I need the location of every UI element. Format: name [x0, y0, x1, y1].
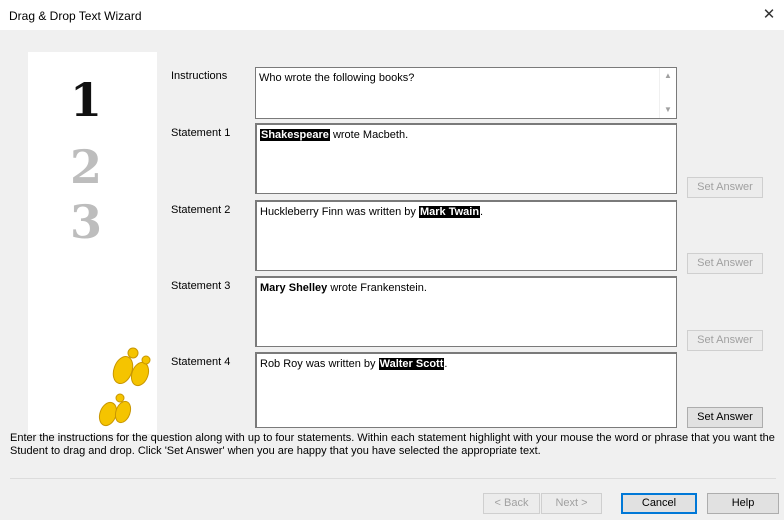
- close-icon[interactable]: ✕: [754, 0, 784, 30]
- statement-4-label: Statement 4: [171, 356, 231, 368]
- window-title: Drag & Drop Text Wizard: [9, 9, 142, 23]
- help-button[interactable]: Help: [707, 493, 779, 514]
- statement-3-bold: Mary Shelley: [260, 282, 328, 294]
- statement-2-label: Statement 2: [171, 204, 231, 216]
- set-answer-button-3[interactable]: Set Answer: [687, 330, 763, 351]
- footprints-icon: [98, 347, 151, 427]
- next-button[interactable]: Next >: [541, 493, 602, 514]
- statement-4-highlight: Walter Scott: [378, 358, 445, 370]
- title-bar: Drag & Drop Text Wizard ✕: [0, 0, 784, 31]
- statement-1-highlight: Shakespeare: [260, 129, 330, 141]
- set-answer-button-4[interactable]: Set Answer: [687, 407, 763, 428]
- back-button[interactable]: < Back: [483, 493, 540, 514]
- step-number-1: 1: [70, 73, 102, 127]
- statement-1-label: Statement 1: [171, 127, 231, 139]
- statement-1-text: wrote Macbeth.: [329, 129, 409, 141]
- arrow-up-icon[interactable]: ▲: [660, 68, 676, 84]
- statement-2-text-post: .: [480, 206, 484, 218]
- statement-2-input[interactable]: Huckleberry Finn was written by Mark Twa…: [255, 200, 677, 271]
- step-number-2: 2: [70, 140, 102, 194]
- arrow-down-icon[interactable]: ▼: [660, 102, 676, 118]
- statement-1-input[interactable]: Shakespeare wrote Macbeth.: [255, 123, 677, 194]
- step-number-3: 3: [70, 195, 102, 249]
- instructions-text: Who wrote the following books?: [259, 72, 415, 84]
- set-answer-button-1[interactable]: Set Answer: [687, 177, 763, 198]
- statement-2-text-pre: Huckleberry Finn was written by: [260, 206, 419, 218]
- statement-3-input[interactable]: Mary Shelley wrote Frankenstein.: [255, 276, 677, 347]
- wizard-illustration: 1 2 3: [28, 52, 157, 434]
- instructions-input[interactable]: Who wrote the following books? ▲ ▼: [255, 67, 677, 119]
- statement-3-label: Statement 3: [171, 280, 231, 292]
- statement-2-highlight: Mark Twain: [418, 206, 481, 218]
- footer-divider: [10, 478, 776, 479]
- cancel-button[interactable]: Cancel: [621, 493, 697, 514]
- statement-4-text-post: .: [444, 358, 448, 370]
- set-answer-button-2[interactable]: Set Answer: [687, 253, 763, 274]
- instructions-label: Instructions: [171, 70, 228, 82]
- wizard-art-svg: 1 2 3: [70, 73, 151, 427]
- help-text: Enter the instructions for the question …: [10, 432, 775, 457]
- instructions-scrollbar[interactable]: ▲ ▼: [659, 68, 676, 118]
- statement-3-text: wrote Frankenstein.: [327, 282, 427, 294]
- statement-4-text-pre: Rob Roy was written by: [260, 358, 379, 370]
- statement-4-input[interactable]: Rob Roy was written by Walter Scott.: [255, 352, 677, 428]
